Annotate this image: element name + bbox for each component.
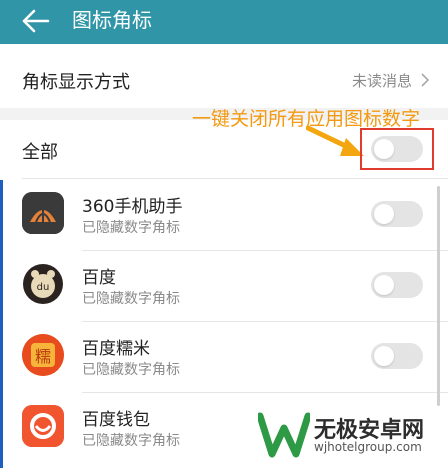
app-status: 已隐藏数字角标: [82, 362, 180, 378]
page-title: 图标角标: [72, 8, 152, 32]
watermark: 无极安卓网 wjhotelgroup.com: [252, 408, 442, 464]
list-item: 糯 百度糯米 已隐藏数字角标: [0, 322, 448, 392]
app-status: 已隐藏数字角标: [82, 220, 180, 236]
app-name: 百度钱包: [82, 410, 150, 430]
chevron-right-icon: [421, 73, 430, 87]
baidu-nuomi-glyph: 糯: [34, 347, 51, 366]
highlight-box: [360, 128, 434, 170]
scrollbar[interactable]: [437, 186, 440, 406]
baidu-wallet-icon: [22, 405, 64, 447]
badge-display-mode-row[interactable]: 角标显示方式 未读消息: [0, 50, 448, 108]
app-status: 已隐藏数字角标: [82, 291, 180, 307]
w-logo-icon: [258, 412, 310, 458]
app-name: 百度糯米: [82, 339, 150, 359]
annotation-arrow-icon: [306, 125, 364, 156]
badge-display-mode-label: 角标显示方式: [22, 72, 130, 93]
back-arrow-icon[interactable]: [20, 8, 50, 34]
all-apps-label: 全部: [22, 142, 58, 163]
app-header: 图标角标: [0, 0, 448, 44]
list-item: du 百度 已隐藏数字角标: [0, 251, 448, 321]
list-item: 360手机助手 已隐藏数字角标: [0, 180, 448, 250]
app-toggle[interactable]: [371, 272, 423, 298]
toggle-knob: [374, 346, 394, 366]
svg-text:du: du: [37, 282, 50, 293]
toggle-knob: [374, 204, 394, 224]
app-name: 360手机助手: [82, 197, 183, 217]
badge-display-mode-value: 未读消息: [351, 72, 412, 90]
divider: [22, 178, 448, 179]
baidu-nuomi-icon: 糯: [22, 334, 64, 376]
toggle-knob: [374, 275, 394, 295]
watermark-url: wjhotelgroup.com: [314, 440, 422, 454]
app-toggle[interactable]: [371, 343, 423, 369]
360-assistant-icon: [22, 192, 64, 234]
app-name: 百度: [82, 268, 116, 288]
window-edge: [0, 180, 3, 468]
app-toggle[interactable]: [371, 201, 423, 227]
app-status: 已隐藏数字角标: [82, 433, 180, 449]
baidu-icon: du: [22, 263, 64, 305]
